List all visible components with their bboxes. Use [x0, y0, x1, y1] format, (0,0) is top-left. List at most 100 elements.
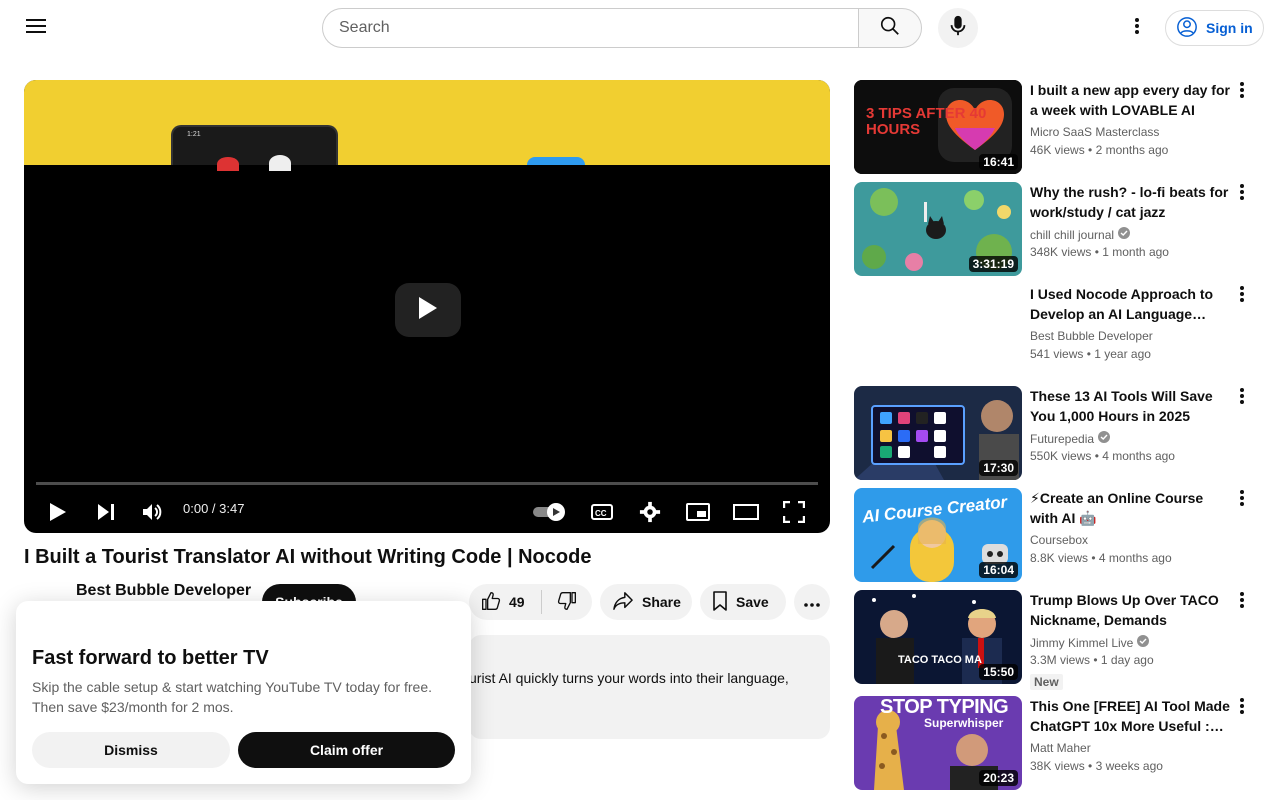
fullscreen-button[interactable]	[774, 494, 814, 533]
video-thumbnail[interactable]: 3:31:19	[854, 182, 1022, 276]
channel-name[interactable]: Best Bubble Developer	[76, 582, 251, 600]
recommendation-item[interactable]: 3 TIPS AFTER 40 HOURS 16:41 I built a ne…	[854, 80, 1264, 174]
more-options-button[interactable]	[1230, 386, 1254, 410]
new-badge: New	[1030, 674, 1063, 690]
time-display: 0:00 / 3:47	[183, 501, 245, 516]
subtitles-button[interactable]: CC	[582, 494, 622, 533]
voice-search-button[interactable]	[938, 8, 978, 48]
preview-blue-button	[527, 157, 585, 165]
autoplay-toggle[interactable]	[530, 494, 570, 533]
microphone-icon	[948, 15, 968, 42]
thumbs-down-icon	[557, 591, 577, 614]
claim-offer-button[interactable]: Claim offer	[238, 732, 455, 768]
video-title[interactable]: Why the rush? - lo-fi beats for work/stu…	[1030, 182, 1230, 222]
settings-button[interactable]	[630, 494, 670, 533]
channel-label: Best Bubble Developer	[1030, 329, 1153, 343]
more-options-button[interactable]	[1230, 284, 1254, 308]
video-meta: 46K views • 2 months ago	[1030, 143, 1169, 157]
channel-label: Coursebox	[1030, 533, 1089, 547]
phone-time: 1:21	[187, 131, 201, 138]
video-title[interactable]: These 13 AI Tools Will Save You 1,000 Ho…	[1030, 386, 1230, 426]
channel-name[interactable]: Matt Maher	[1030, 741, 1091, 755]
duration-badge: 3:31:19	[968, 256, 1018, 272]
play-button[interactable]	[38, 494, 78, 533]
more-options-button[interactable]	[1230, 696, 1254, 720]
menu-button[interactable]	[16, 8, 56, 48]
search-input[interactable]	[322, 8, 859, 48]
phone-flag-red	[217, 157, 239, 171]
channel-name[interactable]: Best Bubble Developer	[1030, 329, 1153, 343]
video-thumbnail[interactable]: 3 TIPS AFTER 40 HOURS 16:41	[854, 80, 1022, 174]
more-vert-icon	[1135, 17, 1139, 39]
description-text: urist AI quickly turns your words into t…	[469, 670, 789, 686]
video-thumbnail[interactable]: AI Course Creator 16:04	[854, 488, 1022, 582]
video-title[interactable]: This One [FREE] AI Tool Made ChatGPT 10x…	[1030, 696, 1230, 736]
share-button[interactable]: Share	[600, 584, 692, 620]
sign-in-label: Sign in	[1206, 20, 1253, 36]
recommendation-item[interactable]: 17:30 These 13 AI Tools Will Save You 1,…	[854, 386, 1264, 480]
fullscreen-icon	[782, 500, 806, 528]
video-title[interactable]: Trump Blows Up Over TACO Nickname, Deman…	[1030, 590, 1230, 630]
miniplayer-icon	[686, 502, 710, 526]
upload-age: 4 months ago	[1102, 449, 1175, 463]
channel-name[interactable]: Micro SaaS Masterclass	[1030, 125, 1159, 139]
more-vert-icon	[1240, 183, 1244, 205]
large-play-button[interactable]	[395, 283, 461, 337]
recommendation-item[interactable]: AI Course Creator 16:04 ⚡Create an Onlin…	[854, 488, 1264, 582]
video-player[interactable]: 1:21 0:00 / 3:47 CC	[24, 80, 830, 533]
miniplayer-button[interactable]	[678, 494, 718, 533]
search-button[interactable]	[858, 8, 922, 48]
progress-bar[interactable]	[36, 482, 818, 485]
channel-name[interactable]: Coursebox	[1030, 533, 1088, 547]
channel-name[interactable]: chill chill journal	[1030, 227, 1131, 242]
more-options-button[interactable]	[1230, 182, 1254, 206]
video-title[interactable]: ⚡Create an Online Course with AI 🤖	[1030, 488, 1230, 528]
upload-age: 1 day ago	[1100, 653, 1154, 667]
verified-icon	[1137, 635, 1150, 650]
verified-icon	[1118, 227, 1131, 242]
search-icon	[879, 15, 901, 42]
promo-title: Fast forward to better TV	[32, 647, 269, 669]
channel-name[interactable]: Futurepedia	[1030, 431, 1111, 446]
more-actions-button[interactable]	[794, 584, 830, 620]
video-thumbnail[interactable]	[854, 284, 1022, 378]
more-options-button[interactable]	[1230, 488, 1254, 512]
video-thumbnail[interactable]: 17:30	[854, 386, 1022, 480]
recommendation-item[interactable]: TACO TACO MA 15:50 Trump Blows Up Over T…	[854, 590, 1264, 690]
recommendation-item[interactable]: I Used Nocode Approach to Develop an AI …	[854, 284, 1264, 378]
sign-in-button[interactable]: Sign in	[1165, 10, 1264, 46]
more-options-button[interactable]	[1230, 80, 1254, 104]
thumbnail-subcaption: Superwhisper	[924, 716, 1004, 730]
next-button[interactable]	[86, 494, 126, 533]
save-button[interactable]: Save	[700, 584, 786, 620]
closed-captions-icon: CC	[591, 503, 613, 525]
settings-menu-button[interactable]	[1117, 8, 1157, 48]
channel-name[interactable]: Jimmy Kimmel Live	[1030, 635, 1150, 650]
like-button[interactable]: 49	[469, 584, 541, 620]
more-options-button[interactable]	[1230, 590, 1254, 614]
dislike-button[interactable]	[542, 584, 592, 620]
duration-badge: 15:50	[979, 664, 1018, 680]
recommendation-item[interactable]: 3:31:19 Why the rush? - lo-fi beats for …	[854, 182, 1264, 276]
promo-body: Skip the cable setup & start watching Yo…	[32, 679, 433, 715]
video-meta: 38K views • 3 weeks ago	[1030, 759, 1163, 773]
dismiss-button[interactable]: Dismiss	[32, 732, 230, 768]
play-icon	[49, 502, 67, 527]
theater-mode-button[interactable]	[726, 494, 766, 533]
recommendation-item[interactable]: STOP TYPING Superwhisper 20:23 This One …	[854, 696, 1264, 790]
thumbs-up-icon	[481, 591, 501, 614]
video-thumbnail[interactable]: STOP TYPING Superwhisper 20:23	[854, 696, 1022, 790]
video-thumbnail[interactable]: TACO TACO MA 15:50	[854, 590, 1022, 684]
channel-label: Futurepedia	[1030, 431, 1095, 446]
mute-button[interactable]	[133, 494, 173, 533]
video-meta: 8.8K views • 4 months ago	[1030, 551, 1172, 565]
view-count: 46K views	[1030, 143, 1085, 157]
upload-age: 3 weeks ago	[1095, 759, 1163, 773]
volume-icon	[142, 502, 164, 527]
verified-icon	[1098, 431, 1111, 446]
video-title[interactable]: I Used Nocode Approach to Develop an AI …	[1030, 284, 1230, 324]
skip-next-icon	[97, 503, 115, 526]
channel-label: Matt Maher	[1030, 741, 1091, 755]
view-count: 8.8K views	[1030, 551, 1089, 565]
video-title[interactable]: I built a new app every day for a week w…	[1030, 80, 1230, 120]
